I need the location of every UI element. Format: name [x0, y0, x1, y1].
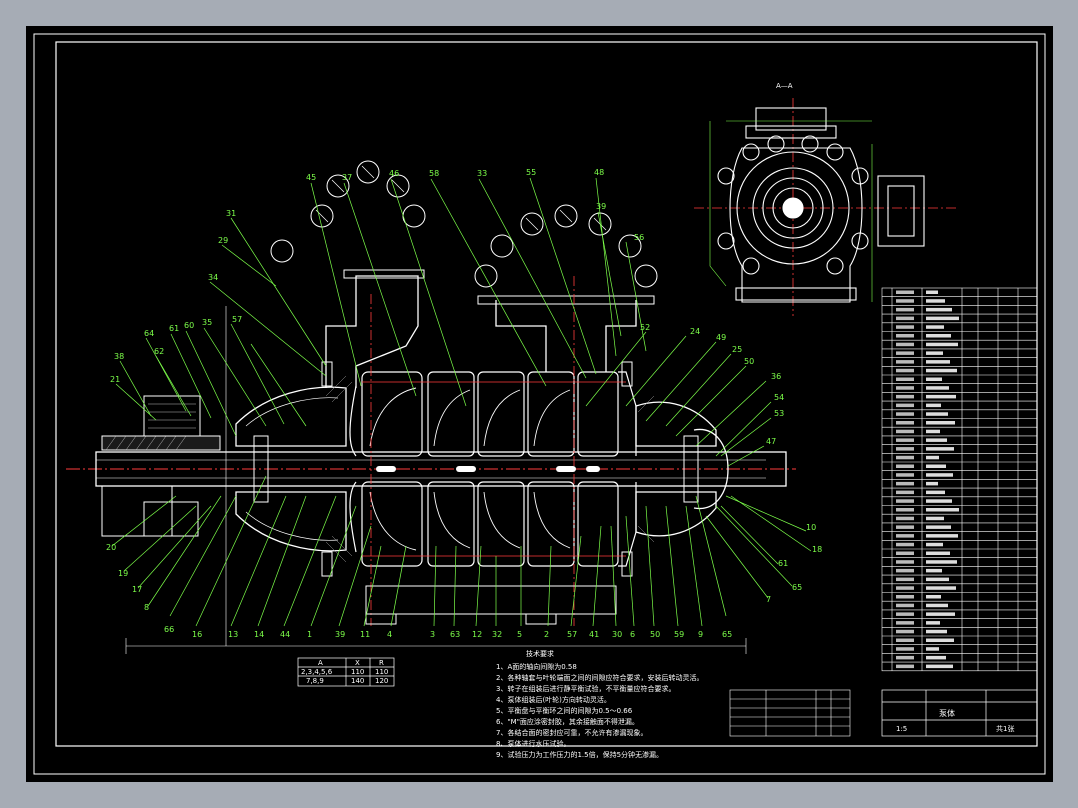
note-line: 7、各结合面的密封应可靠，不允许有渗漏现象。	[496, 728, 647, 737]
callout-number: 1	[307, 630, 312, 639]
note-line: 9、试验压力为工作压力的1.5倍，保持5分钟无渗漏。	[496, 750, 663, 759]
callout-number: 54	[774, 393, 784, 402]
notes-title: 技术要求	[526, 649, 554, 658]
callout-number: 56	[634, 233, 644, 242]
spec-cell: 2,3,4,5,6	[301, 668, 333, 676]
callout-number: 14	[254, 630, 264, 639]
callout-number: 2	[544, 630, 549, 639]
note-line: 6、"M"面应涂密封胶，其余接触面不得泄漏。	[496, 717, 639, 726]
callout-number: 41	[589, 630, 599, 639]
callout-number: 34	[208, 273, 218, 282]
callout-number: 65	[722, 630, 732, 639]
callout-number: 4	[387, 630, 392, 639]
callout-number: 66	[164, 625, 174, 634]
callout-number: 61	[778, 559, 788, 568]
callout-number: 17	[132, 585, 142, 594]
parts-list-table	[881, 287, 1038, 672]
spec-cell: 110	[375, 668, 388, 676]
callout-number: 25	[732, 345, 742, 354]
drawing-canvas: 45 37 46 58 33 55 48 39 56 31 29 34 64 62 61 60 35 57 38 21…	[26, 26, 1053, 782]
callout-number: 49	[716, 333, 726, 342]
drawing-sheet: 共1张	[996, 724, 1014, 733]
callout-number: 5	[517, 630, 522, 639]
drawing-scale: 1:5	[896, 725, 907, 733]
spec-header-r: R	[379, 659, 384, 667]
callout-number: 10	[806, 523, 816, 532]
callout-number: 55	[526, 168, 536, 177]
callout-number: 48	[594, 168, 604, 177]
callout-number: 30	[612, 630, 622, 639]
callout-number: 62	[154, 347, 164, 356]
callout-number: 58	[429, 169, 439, 178]
callout-number: 57	[232, 315, 242, 324]
callout-number: 50	[744, 357, 754, 366]
callout-number: 65	[792, 583, 802, 592]
callout-number: 20	[106, 543, 116, 552]
callout-number: 12	[472, 630, 482, 639]
callout-number: 47	[766, 437, 776, 446]
spec-cell: 140	[351, 677, 364, 685]
revision-table	[729, 689, 851, 737]
callout-number: 44	[280, 630, 290, 639]
spec-header-a: A	[318, 659, 323, 667]
leader-lines	[111, 177, 812, 627]
spec-cell: 110	[351, 668, 364, 676]
callout-number: 9	[698, 630, 703, 639]
callout-number: 32	[492, 630, 502, 639]
callout-number: 3	[430, 630, 435, 639]
note-line: 2、各种轴套与叶轮端面之间的间隙应符合要求，安装后转动灵活。	[496, 673, 703, 682]
callout-number: 33	[477, 169, 487, 178]
callout-number: 64	[144, 329, 154, 338]
technical-notes: 1、A面的轴向间隙为0.58 2、各种轴套与叶轮端面之间的间隙应符合要求，安装后转…	[496, 662, 703, 759]
note-line: 8、泵体进行水压试验。	[496, 739, 570, 748]
callout-number: 39	[596, 202, 606, 211]
side-view-a-a: A—A	[694, 82, 956, 316]
note-line: 1、A面的轴向间隙为0.58	[496, 662, 577, 671]
callout-number: 31	[226, 209, 236, 218]
section-label: A—A	[776, 82, 793, 90]
note-line: 4、泵体组装后(叶轮)方向转动灵活。	[496, 695, 611, 704]
callout-number: 45	[306, 173, 316, 182]
callout-number: 13	[228, 630, 238, 639]
drawing-name: 泵体	[939, 708, 955, 718]
callout-number: 8	[144, 603, 149, 612]
callout-number: 21	[110, 375, 120, 384]
callout-number: 52	[640, 323, 650, 332]
spec-header-x: X	[355, 659, 360, 667]
note-line: 5、平衡盘与平衡环之间的间隙为0.5～0.66	[496, 706, 633, 715]
spec-cell: 7,8,9	[306, 677, 324, 685]
main-section-view	[66, 160, 796, 654]
callout-number: 57	[567, 630, 577, 639]
engineering-drawing: 45 37 46 58 33 55 483956312934646261 60 35 573821…	[33, 33, 1046, 775]
spec-cell: 120	[375, 677, 388, 685]
callout-number: 63	[450, 630, 460, 639]
callout-number: 59	[674, 630, 684, 639]
callout-number: 11	[360, 630, 370, 639]
callout-number: 18	[812, 545, 822, 554]
callout-number: 19	[118, 569, 128, 578]
callout-number: 38	[114, 352, 124, 361]
callout-number: 16	[192, 630, 202, 639]
callout-number: 39	[335, 630, 345, 639]
callout-number: 53	[774, 409, 784, 418]
inner-frame	[55, 41, 1038, 747]
callout-number: 7	[766, 595, 771, 604]
callout-number: 36	[771, 372, 781, 381]
callout-number: 50	[650, 630, 660, 639]
callout-number: 60	[184, 321, 194, 330]
callout-number: 29	[218, 236, 228, 245]
callout-number: 24	[690, 327, 700, 336]
callout-number: 46	[389, 169, 399, 178]
callout-number: 6	[630, 630, 635, 639]
callout-number: 37	[342, 173, 352, 182]
note-line: 3、转子在组装后进行静平衡试验，不平衡量应符合要求。	[496, 684, 675, 693]
callout-number: 35	[202, 318, 212, 327]
callout-number: 61	[169, 324, 179, 333]
